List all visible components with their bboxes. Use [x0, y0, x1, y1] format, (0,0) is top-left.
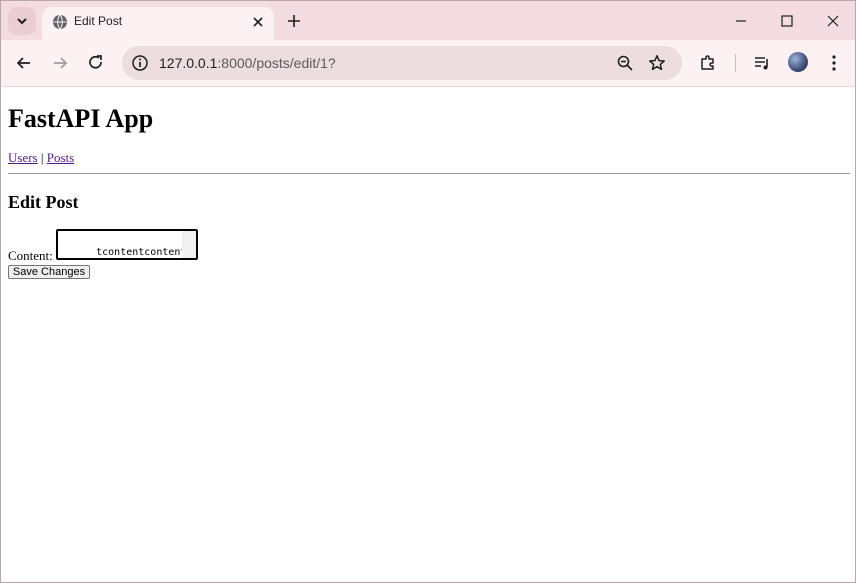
nav-separator: |: [40, 150, 44, 165]
browser-toolbar: 127.0.0.1:8000/posts/edit/1?: [0, 40, 856, 87]
window-close-icon[interactable]: [823, 11, 843, 31]
avatar[interactable]: [788, 52, 808, 72]
tab-strip: Edit Post: [0, 0, 856, 41]
address-bar[interactable]: 127.0.0.1:8000/posts/edit/1?: [122, 46, 682, 80]
maximize-icon[interactable]: [777, 11, 797, 31]
page-title: Edit Post: [8, 192, 79, 212]
star-icon[interactable]: [648, 54, 666, 72]
more-vert-icon[interactable]: [824, 53, 844, 73]
tab-search-button[interactable]: [8, 7, 36, 35]
url-path: :8000/posts/edit/1?: [217, 55, 336, 71]
nav-links: Users | Posts: [8, 150, 74, 166]
textarea-scrollbar[interactable]: [182, 231, 196, 258]
content-textarea-value: tcontentcontentconte ntcontent: [96, 247, 196, 258]
url-text[interactable]: 127.0.0.1:8000/posts/edit/1?: [159, 55, 336, 71]
url-host: 127.0.0.1: [159, 55, 218, 71]
content-textarea[interactable]: tcontentcontentconte ntcontent: [56, 229, 198, 260]
save-changes-button[interactable]: Save Changes: [8, 265, 90, 279]
plus-icon[interactable]: [285, 12, 303, 30]
minimize-icon[interactable]: [731, 11, 751, 31]
close-icon[interactable]: [250, 14, 266, 30]
site-info-icon[interactable]: [131, 54, 149, 72]
app-title: FastAPI App: [8, 104, 154, 133]
posts-link[interactable]: Posts: [47, 150, 74, 165]
back-arrow-icon[interactable]: [14, 53, 34, 73]
forward-arrow-icon[interactable]: [50, 53, 70, 73]
page-viewport: FastAPI App Users | Posts Edit Post Cont…: [0, 87, 856, 583]
extensions-icon[interactable]: [698, 53, 718, 73]
zoom-out-icon[interactable]: [616, 54, 634, 72]
tab-search-icon: [17, 18, 27, 25]
horizontal-rule: [8, 173, 850, 174]
globe-icon: [53, 14, 67, 30]
users-link[interactable]: Users: [8, 150, 38, 165]
media-controls-icon[interactable]: [752, 53, 772, 73]
toolbar-separator: [735, 54, 736, 72]
tab-title: Edit Post: [74, 14, 123, 28]
tab-edit-post[interactable]: Edit Post: [42, 7, 274, 41]
reload-icon[interactable]: [86, 53, 106, 73]
content-label: Content:: [8, 248, 53, 263]
